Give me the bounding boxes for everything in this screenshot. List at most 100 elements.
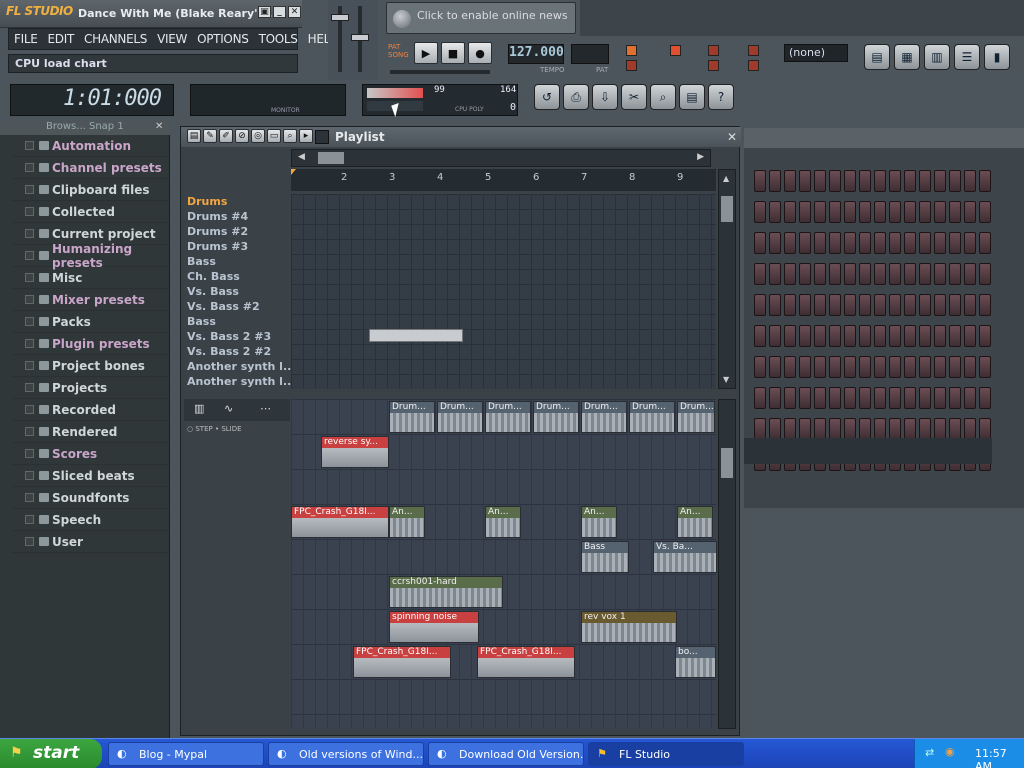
step-button[interactable] [979,232,991,254]
step-button[interactable] [919,387,931,409]
step-button[interactable] [814,418,826,440]
folder-soundfonts[interactable]: Soundfonts [12,487,170,509]
undo-icon[interactable]: ↺ [534,84,560,110]
step-button[interactable] [949,356,961,378]
stop-icon[interactable]: ■ [441,42,465,64]
step-button[interactable] [919,356,931,378]
step-button[interactable] [769,294,781,316]
track-name[interactable]: Drums #3 [184,239,291,254]
step-button[interactable] [874,418,886,440]
step-button[interactable] [934,418,946,440]
folder-misc[interactable]: Misc [12,267,170,289]
step-button[interactable] [934,325,946,347]
folder-projects[interactable]: Projects [12,377,170,399]
cut-icon[interactable]: ✂ [621,84,647,110]
step-button[interactable] [844,294,856,316]
step-sequencer-icon[interactable]: ▦ [894,44,920,70]
step-button[interactable] [769,356,781,378]
expand-icon[interactable] [25,251,34,260]
step-button[interactable] [829,356,841,378]
step-button[interactable] [919,418,931,440]
step-button[interactable] [919,170,931,192]
step-button[interactable] [754,232,766,254]
step-button[interactable] [904,201,916,223]
audio-clip[interactable]: Vs. Ba... [653,541,717,573]
step-button[interactable] [949,325,961,347]
step-button[interactable] [949,170,961,192]
slide-option[interactable]: SLIDE [221,425,241,433]
audio-clip[interactable]: Drum... [485,401,531,433]
step-button[interactable] [859,387,871,409]
step-button[interactable] [754,263,766,285]
audio-clip[interactable]: FPC_Crash_G18I... [477,646,575,678]
step-button[interactable] [949,232,961,254]
step-button[interactable] [934,170,946,192]
step-button[interactable] [769,201,781,223]
step-button[interactable] [769,325,781,347]
save-icon[interactable]: ⎙ [563,84,589,110]
step-button[interactable] [874,201,886,223]
step-button[interactable] [799,170,811,192]
playlist-grid-icon[interactable] [315,130,329,144]
expand-icon[interactable] [25,207,34,216]
folder-packs[interactable]: Packs [12,311,170,333]
audio-clip[interactable]: An... [677,506,713,538]
menu-edit[interactable]: EDIT [43,29,80,49]
step-option[interactable]: STEP [195,425,212,433]
step-button[interactable] [814,170,826,192]
tempo-display[interactable]: 127.000 [508,44,564,64]
step-button[interactable] [874,294,886,316]
step-button[interactable] [904,387,916,409]
step-button[interactable] [904,170,916,192]
step-button[interactable] [964,356,976,378]
network-icon[interactable]: ⇄ [925,746,934,759]
zoom-icon[interactable]: ⌕ [650,84,676,110]
menu-file[interactable]: FILE [9,29,43,49]
step-button[interactable] [889,418,901,440]
step-button[interactable] [784,232,796,254]
step-button[interactable] [754,387,766,409]
expand-icon[interactable] [25,471,34,480]
select-icon[interactable]: ▭ [267,129,281,143]
step-button[interactable] [904,356,916,378]
menu-tools[interactable]: TOOLS [254,29,303,49]
audio-clip[interactable]: bo... [675,646,716,678]
folder-clipboard-files[interactable]: Clipboard files [12,179,170,201]
audio-clip[interactable]: Drum... [677,401,715,433]
step-button[interactable] [754,294,766,316]
step-button[interactable] [754,201,766,223]
song-arrangement-grid[interactable]: Drum... Drum... Drum... Drum... Drum... … [291,399,717,729]
folder-scores[interactable]: Scores [12,443,170,465]
step-button[interactable] [904,263,916,285]
expand-icon[interactable] [25,339,34,348]
horizontal-scrollbar[interactable]: ◀ ▶ [291,149,711,167]
step-button[interactable] [829,387,841,409]
step-button[interactable] [889,356,901,378]
step-button[interactable] [754,325,766,347]
step-button[interactable] [829,232,841,254]
metronome-toggle[interactable] [626,45,637,56]
step-button[interactable] [799,418,811,440]
song-position-slider[interactable] [390,70,490,74]
step-button[interactable] [799,232,811,254]
step-button[interactable] [859,294,871,316]
audio-clip[interactable]: An... [581,506,617,538]
step-button[interactable] [844,201,856,223]
step-button[interactable] [844,325,856,347]
step-button[interactable] [979,294,991,316]
step-button[interactable] [799,356,811,378]
audio-clip[interactable]: An... [485,506,521,538]
track-name[interactable]: Drums [184,194,291,209]
folder-user[interactable]: User [12,531,170,553]
step-button[interactable] [829,418,841,440]
step-button[interactable] [889,325,901,347]
task-fl-studio[interactable]: ⚑ FL Studio [588,742,744,766]
audio-clip[interactable]: An... [389,506,425,538]
step-button[interactable] [979,263,991,285]
step-button[interactable] [979,356,991,378]
step-button[interactable] [829,263,841,285]
step-button[interactable] [949,201,961,223]
step-button[interactable] [934,356,946,378]
browser-close-icon[interactable]: ✕ [155,121,163,132]
track-name[interactable]: Vs. Bass #2 [184,299,291,314]
